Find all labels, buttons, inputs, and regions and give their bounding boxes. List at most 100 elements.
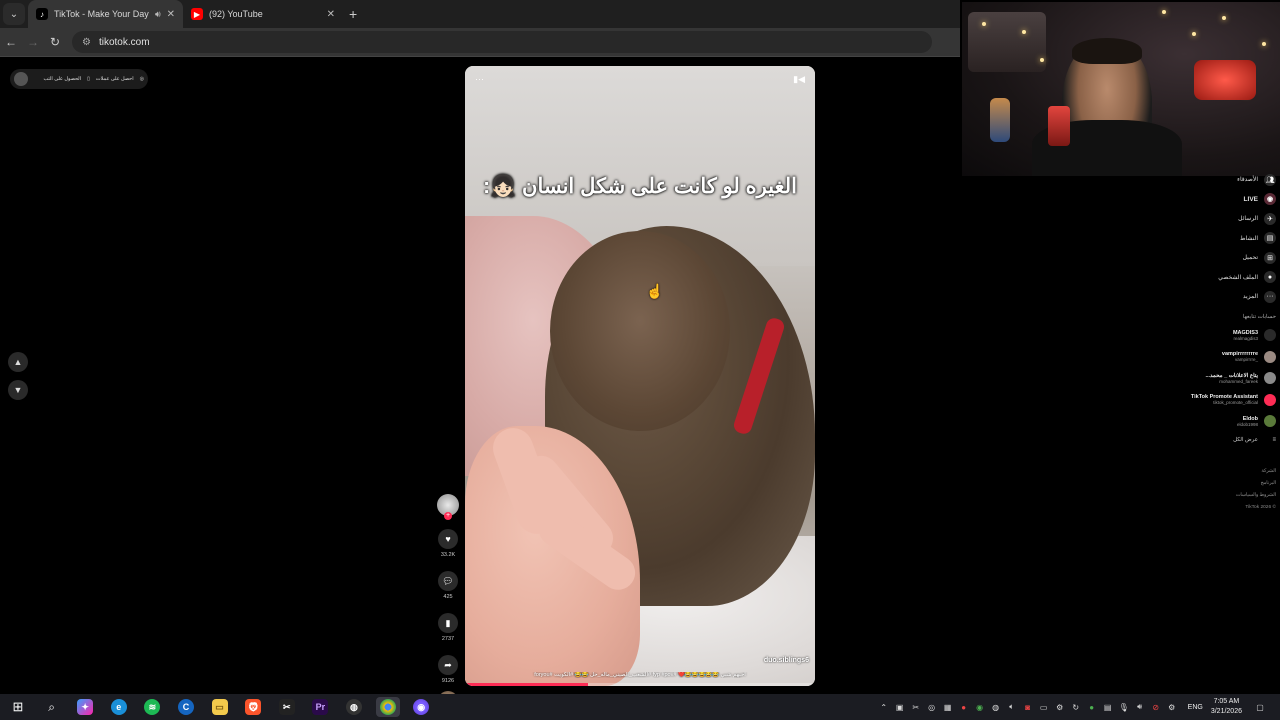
microphone-icon[interactable]: 🎙︎ [1116, 703, 1132, 712]
tray-app-icon[interactable]: ✂ [908, 703, 924, 712]
tab-youtube[interactable]: ▶ (92) YouTube ✕ [183, 0, 343, 28]
brave-icon: 🦁︎ [245, 699, 262, 715]
close-tab-icon[interactable]: ✕ [167, 9, 175, 20]
address-bar[interactable]: ⚙ tikotok.com [72, 31, 932, 53]
close-tab-icon[interactable]: ✕ [327, 9, 335, 20]
sidebar-item-profile[interactable]: ● الملف الشخصي [1176, 268, 1276, 288]
tab-tiktok[interactable]: ♪ TikTok - Make Your Day 🔊︎ ✕ [28, 0, 183, 28]
footer-link[interactable]: الشروط والسياسات [1176, 490, 1276, 502]
sidebar-item-friends[interactable]: 👥︎ الأصدقاء [1176, 170, 1276, 190]
folder-icon: ▭ [211, 699, 228, 715]
followed-account[interactable]: MAGDIS3 realmagdis3 [1176, 325, 1276, 347]
chevron-up-icon[interactable]: ⌃ [876, 703, 892, 712]
sidebar-item-label: الرسائل [1238, 216, 1258, 223]
video-caption: احبهم شبي 😂😂😂😂😂❤️ #fyp #pov #الشعب_الصين… [534, 672, 746, 678]
video-username[interactable]: duo.siblings6 [764, 657, 809, 664]
copilot-icon: ✦ [77, 699, 94, 715]
screen: ⌄ ♪ TikTok - Make Your Day 🔊︎ ✕ ▶ (92) Y… [0, 0, 1280, 720]
avatar[interactable] [14, 72, 28, 86]
edge-app[interactable]: e [107, 697, 131, 717]
see-all-label: عرض الكل [1233, 437, 1258, 443]
previous-video-button[interactable]: ▲ [8, 352, 28, 372]
tray-app-icon[interactable]: ↻ [1068, 703, 1084, 712]
settings-icon[interactable]: ⚙ [1164, 703, 1180, 712]
notifications-icon[interactable]: ▢ [1252, 703, 1268, 712]
tray-app-icon[interactable]: ● [956, 703, 972, 712]
copilot-app[interactable]: ✦ [73, 697, 97, 717]
tray-app-icon[interactable]: ⊘ [1148, 703, 1164, 712]
followed-account[interactable]: vampirrrrrrrre _vampirrrre [1176, 346, 1276, 368]
footer-link[interactable]: البرنامج [1176, 478, 1276, 490]
following-heading: حسابات تتابعها [1242, 313, 1276, 320]
capcut-app[interactable]: ✂ [275, 697, 299, 717]
site-info-icon[interactable]: ⚙ [82, 37, 91, 48]
chrome-profile-app[interactable]: ◉ [409, 697, 433, 717]
string-light [982, 22, 986, 26]
volume-icon[interactable]: 🔊︎ [1132, 702, 1148, 712]
ccleaner-app[interactable]: C [174, 697, 198, 717]
language-indicator[interactable]: ENG [1188, 704, 1203, 711]
tray-app-icon[interactable]: ● [1084, 703, 1100, 712]
new-tab-button[interactable]: + [349, 6, 357, 22]
tray-app-icon[interactable]: ▭ [1036, 703, 1052, 712]
chrome-app[interactable] [375, 697, 400, 717]
reload-icon[interactable]: ↻ [44, 35, 66, 49]
chrome-icon [379, 699, 396, 715]
edge-icon: e [110, 699, 127, 715]
tab-search-button[interactable]: ⌄ [3, 3, 25, 25]
video-player[interactable]: الغيره لو كانت على شكل انسان 👧🏻: ··· ▮◀ … [465, 66, 815, 686]
search-button[interactable]: ⌕ [40, 697, 64, 717]
speaker-icon[interactable]: 🔈︎ [1004, 702, 1020, 712]
sidebar-footer: الشركة البرنامج الشروط والسياسات © 2026 … [1176, 466, 1276, 514]
windows-icon: ⊞ [12, 699, 24, 714]
footer-link[interactable]: الشركة [1176, 466, 1276, 478]
followed-account[interactable]: يتاع الاعلانات _ محمد... mohammed_fareek [1176, 368, 1276, 390]
tray-app-icon[interactable]: ◉ [972, 703, 988, 712]
share-button[interactable]: ➦ [438, 655, 458, 675]
profile-icon: ● [1264, 271, 1276, 284]
back-icon[interactable]: ← [0, 35, 22, 49]
tray-app-icon[interactable]: ◙ [1020, 703, 1036, 712]
get-app-link[interactable]: الحصول على التب [43, 76, 81, 82]
clock-time: 7:05 AM [1213, 698, 1240, 705]
speaker-icon[interactable]: 🔊︎ [155, 9, 161, 20]
browser-toolbar: ← → ↻ ⚙ tikotok.com [0, 28, 960, 56]
tray-app-icon[interactable]: ▣ [892, 703, 908, 712]
see-all-link[interactable]: ≡ عرض الكل [1176, 432, 1276, 448]
sidebar-item-upload[interactable]: ⊞ تحميل [1176, 248, 1276, 268]
tray-app-icon[interactable]: ◎ [924, 703, 940, 712]
volume-icon[interactable]: ▮◀ [793, 74, 805, 85]
file-explorer-app[interactable]: ▭ [208, 697, 232, 717]
get-coins-link[interactable]: احصل على عملات [96, 76, 134, 82]
like-button[interactable]: ♥ [438, 529, 458, 549]
premiere-app[interactable]: Pr [308, 697, 332, 717]
phone-icon: ▯ [87, 76, 90, 82]
start-button[interactable]: ⊞ [6, 697, 30, 717]
sidebar: 👥︎ الأصدقاء ◉ LIVE ✈ الرسائل ▤ النشاط ⊞ … [1176, 170, 1276, 514]
followed-account[interactable]: Eldob eldob1998 [1176, 411, 1276, 433]
sidebar-item-more[interactable]: ··· المزيد [1176, 287, 1276, 307]
sidebar-item-live[interactable]: ◉ LIVE [1176, 190, 1276, 210]
account-handle: realmagdis3 [1233, 335, 1258, 341]
followed-account[interactable]: TikTok Promote Assistant tiktok_promote_o… [1176, 389, 1276, 411]
brave-app[interactable]: 🦁︎ [241, 697, 265, 717]
next-video-button[interactable]: ▼ [8, 380, 28, 400]
more-options-icon[interactable]: ··· [475, 74, 484, 84]
tray-app-icon[interactable]: ▦ [940, 703, 956, 712]
sidebar-item-activity[interactable]: ▤ النشاط [1176, 229, 1276, 249]
network-icon[interactable]: ▤ [1100, 703, 1116, 712]
follow-plus-icon[interactable]: + [444, 512, 452, 520]
search-icon: ⌕ [48, 699, 55, 714]
coins-pill[interactable]: ◎ احصل على عملات ▯ الحصول على التب [10, 69, 148, 89]
creator-avatar[interactable]: + [437, 494, 459, 520]
save-button[interactable]: ▮ [438, 613, 458, 633]
clock[interactable]: 7:05 AM 3/21/2026 [1211, 697, 1242, 717]
video-progress-bar[interactable] [465, 683, 815, 686]
spotify-app[interactable]: ≋ [140, 697, 164, 717]
comment-button[interactable]: 💬︎ [438, 571, 458, 591]
obs-app[interactable]: ◍ [342, 697, 366, 717]
sidebar-item-messages[interactable]: ✈ الرسائل [1176, 209, 1276, 229]
tray-app-icon[interactable]: ⚙ [1052, 703, 1068, 712]
tray-app-icon[interactable]: ◍ [988, 703, 1004, 712]
forward-icon[interactable]: → [22, 35, 44, 49]
